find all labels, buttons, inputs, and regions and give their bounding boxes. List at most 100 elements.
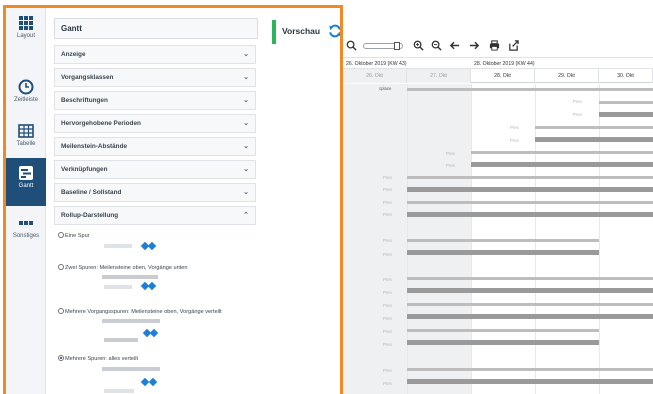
nav-layout[interactable]: Layout [6, 8, 46, 56]
nav-sonstiges[interactable]: Sonstiges [6, 208, 46, 256]
rollup-option-zwei-spuren[interactable]: Zwei Spuren: Meilensteine oben, Vorgänge… [58, 264, 188, 271]
print-icon[interactable] [489, 40, 500, 51]
section-label: Vorgangsklassen [61, 74, 114, 81]
gantt-toolbar [343, 36, 653, 56]
week-header: 26. Oktober 2019 (KW 43) 28. Oktober 201… [343, 57, 653, 69]
row-label: Pres [383, 290, 392, 295]
gantt-icon [19, 166, 33, 180]
row-label: Pres [383, 238, 392, 243]
row-label: Pres [383, 187, 392, 192]
gantt-bar[interactable] [407, 176, 653, 179]
gantt-bar[interactable] [407, 340, 599, 345]
radio-button-selected[interactable] [58, 355, 64, 361]
gantt-bar[interactable] [471, 162, 653, 167]
arrow-right-icon[interactable] [469, 40, 480, 51]
gantt-bar[interactable] [407, 277, 653, 280]
nav-label: Zeitleiste [13, 97, 38, 103]
search-icon[interactable] [346, 40, 357, 51]
rollup-preview-1 [102, 240, 162, 258]
gantt-bar[interactable] [407, 212, 653, 217]
section-rollup[interactable]: Rollup-Darstellung ⌃ [54, 206, 256, 225]
gantt-bar[interactable] [407, 288, 653, 293]
section-label: Verknüpfungen [61, 166, 108, 173]
gantt-bar[interactable] [535, 137, 653, 142]
gantt-bar[interactable] [407, 303, 653, 306]
nav-zeitleiste[interactable]: Zeitleiste [6, 72, 46, 120]
nav-gantt[interactable]: Gantt [6, 158, 46, 206]
zoom-in-icon[interactable] [413, 40, 424, 51]
preview-label: Vorschau [282, 26, 321, 36]
section-beschriftungen[interactable]: Beschriftungen ⌄ [54, 91, 256, 110]
section-baseline[interactable]: Baseline / Sollstand ⌄ [54, 183, 256, 202]
day-label: 27. Okt [407, 69, 471, 83]
radio-button[interactable] [58, 232, 64, 238]
radio-button[interactable] [58, 308, 64, 314]
row-label: Pres [383, 342, 392, 347]
week-label: 26. Oktober 2019 (KW 43) [346, 61, 407, 67]
chevron-down-icon: ⌄ [243, 74, 249, 81]
row-label: Pres [383, 175, 392, 180]
section-hervorgehobene-perioden[interactable]: Hervorgehobene Perioden ⌄ [54, 114, 256, 133]
option-label: Mehrere Vorgangsspuren: Meilensteine obe… [65, 309, 222, 315]
row-label: Pres [446, 151, 455, 156]
gantt-bar[interactable] [599, 112, 653, 117]
chevron-down-icon: ⌄ [243, 143, 249, 150]
gantt-body: cplace Pres Pres Pres Pres Pres Pres Pre… [343, 84, 653, 394]
configurator-panel: Layout Zeitleiste Tabelle Gantt Sonstige… [3, 5, 343, 394]
chevron-down-icon: ⌄ [243, 189, 249, 196]
gantt-bar[interactable] [407, 314, 653, 319]
section-label: Hervorgehobene Perioden [61, 120, 141, 127]
gantt-bar[interactable] [471, 151, 653, 154]
row-label: Pres [383, 212, 392, 217]
gantt-preview: 26. Oktober 2019 (KW 43) 28. Oktober 201… [343, 36, 653, 394]
day-header: 26. Okt 27. Okt 28. Okt 29. Okt 30. Okt [343, 69, 653, 83]
section-anzeige[interactable]: Anzeige ⌄ [54, 45, 256, 64]
day-label: 30. Okt [599, 69, 653, 83]
section-verknuepfungen[interactable]: Verknüpfungen ⌄ [54, 160, 256, 179]
section-label: Rollup-Darstellung [61, 212, 119, 219]
gantt-bar[interactable] [599, 101, 653, 104]
nav-label: Gantt [18, 183, 34, 189]
gantt-bar[interactable] [407, 329, 599, 332]
week-label: 28. Oktober 2019 (KW 44) [474, 61, 535, 67]
zoom-out-icon[interactable] [431, 40, 442, 51]
section-vorgangsklassen[interactable]: Vorgangsklassen ⌄ [54, 68, 256, 87]
gantt-bar[interactable] [407, 368, 653, 371]
gantt-bar[interactable] [407, 187, 653, 192]
gantt-bar[interactable] [407, 88, 653, 91]
nav-tabelle[interactable]: Tabelle [6, 116, 46, 164]
section-label: Anzeige [61, 51, 86, 58]
row-label: Pres [573, 99, 582, 104]
section-label: Beschriftungen [61, 97, 108, 104]
row-label: Pres [446, 163, 455, 168]
gantt-bar[interactable] [407, 239, 599, 242]
chevron-down-icon: ⌄ [243, 51, 249, 58]
export-icon[interactable] [508, 40, 519, 51]
nav-label: Tabelle [16, 141, 36, 147]
nav-label: Layout [16, 33, 35, 39]
more-icon [19, 221, 33, 225]
preview-button[interactable]: Vorschau [272, 20, 340, 44]
zoom-slider[interactable] [363, 42, 403, 50]
section-meilenstein-abstaende[interactable]: Meilenstein-Abstände ⌄ [54, 137, 256, 156]
rollup-preview-4 [102, 365, 162, 394]
refresh-icon[interactable] [328, 24, 342, 38]
rollup-option-mehrere-vorgangsspuren[interactable]: Mehrere Vorgangsspuren: Meilensteine obe… [58, 308, 222, 315]
rollup-option-mehrere-spuren[interactable]: Mehrere Spuren: alles verteilt [58, 355, 138, 362]
grid-icon [19, 16, 33, 30]
chevron-down-icon: ⌄ [243, 120, 249, 127]
gantt-bar[interactable] [535, 126, 653, 129]
row-label: Pres [383, 381, 392, 386]
gantt-bar[interactable] [407, 201, 653, 204]
row-label: Pres [383, 200, 392, 205]
rollup-option-eine-spur[interactable]: Eine Spur [58, 232, 90, 239]
row-label: Pres [383, 303, 392, 308]
arrow-left-icon[interactable] [449, 40, 460, 51]
row-label: Pres [510, 125, 519, 130]
rollup-preview-3 [102, 317, 162, 347]
gantt-bar[interactable] [407, 379, 653, 384]
row-label: Pres [383, 316, 392, 321]
radio-button[interactable] [58, 264, 64, 270]
chevron-down-icon: ⌄ [243, 166, 249, 173]
gantt-bar[interactable] [407, 250, 599, 255]
